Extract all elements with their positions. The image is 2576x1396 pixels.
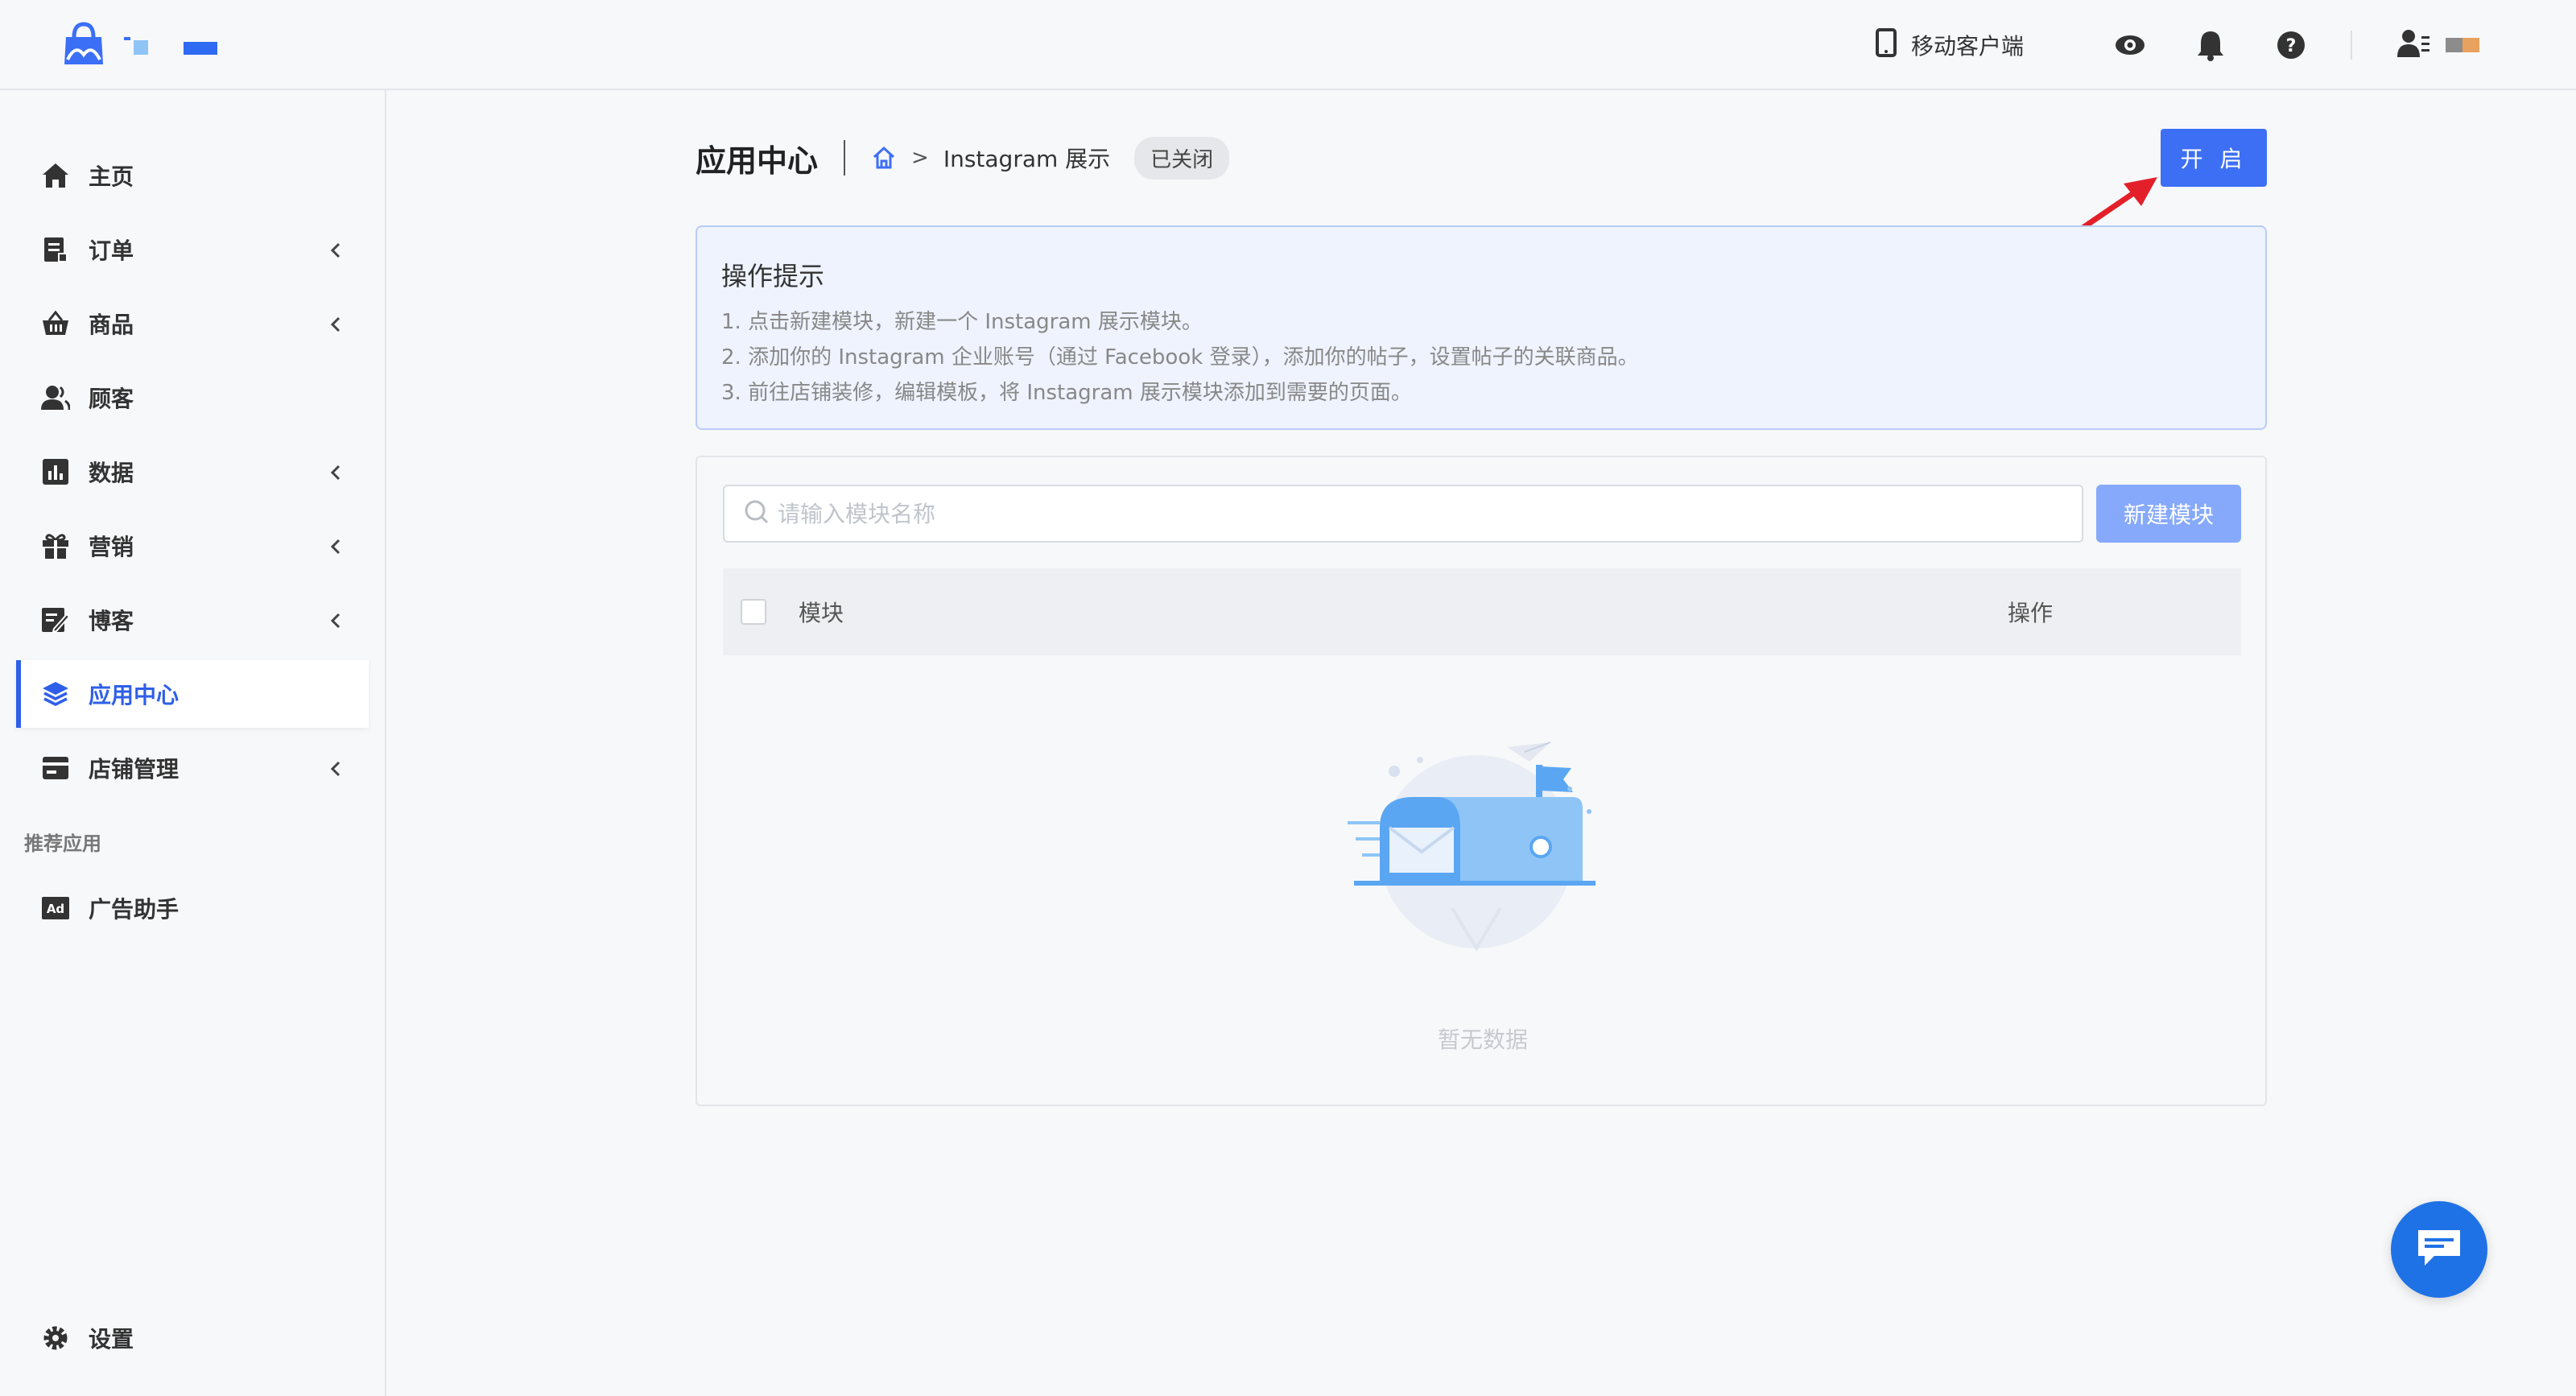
select-all-checkbox[interactable] xyxy=(741,599,766,625)
recommended-apps-label: 推荐应用 xyxy=(24,832,101,855)
column-header-actions: 操作 xyxy=(2008,600,2054,626)
table-header: 模块 操作 xyxy=(723,568,2241,655)
sidebar-item-products[interactable]: 商品 xyxy=(16,290,369,357)
title-divider xyxy=(844,140,846,176)
basket-icon xyxy=(40,308,71,339)
chart-icon xyxy=(40,456,71,487)
blog-edit-icon xyxy=(40,605,71,635)
chevron-left-icon xyxy=(330,238,341,265)
chat-button[interactable] xyxy=(2391,1201,2487,1298)
breadcrumb-current: Instagram 展示 xyxy=(943,146,1111,172)
top-header: 移动客户端 ? xyxy=(0,0,2576,90)
sidebar-item-ad-assistant[interactable]: Ad 广告助手 xyxy=(16,874,369,942)
sidebar-item-app-center[interactable]: 应用中心 xyxy=(16,660,369,728)
page-title: 应用中心 xyxy=(696,142,819,179)
home-icon xyxy=(40,160,71,191)
breadcrumb-separator: > xyxy=(911,146,929,170)
sidebar-item-label: 营销 xyxy=(89,534,134,560)
tips-line: 3. 前往店铺装修，编辑模板，将 Instagram 展示模块添加到需要的页面。 xyxy=(721,381,1412,405)
sidebar-item-blog[interactable]: 博客 xyxy=(16,586,369,654)
sidebar-item-home[interactable]: 主页 xyxy=(16,142,369,209)
module-panel: 新建模块 模块 操作 暂无数据 xyxy=(696,456,2267,1106)
sidebar-item-label: 设置 xyxy=(89,1326,134,1353)
sidebar-item-data[interactable]: 数据 xyxy=(16,438,369,506)
svg-text:?: ? xyxy=(2286,36,2297,56)
logo-mark-icon xyxy=(121,35,150,56)
tips-line: 2. 添加你的 Instagram 企业账号（通过 Facebook 登录），添… xyxy=(721,345,1639,370)
empty-mailbox-icon xyxy=(1348,741,1596,952)
ad-icon: Ad xyxy=(40,893,71,923)
breadcrumb-home-icon[interactable] xyxy=(871,146,897,170)
chevron-left-icon xyxy=(330,535,341,561)
phone-icon xyxy=(1875,27,1897,63)
logo-icon[interactable] xyxy=(61,19,106,71)
store-avatar xyxy=(2446,38,2479,52)
tips-title: 操作提示 xyxy=(721,261,825,291)
chevron-left-icon xyxy=(330,312,341,339)
sidebar-item-label: 商品 xyxy=(89,312,134,338)
order-icon xyxy=(40,234,71,265)
sidebar-item-label: 广告助手 xyxy=(89,896,180,923)
empty-state-text: 暂无数据 xyxy=(1437,1026,1528,1053)
chevron-left-icon xyxy=(330,609,341,635)
eye-icon[interactable] xyxy=(2112,27,2148,63)
layers-icon xyxy=(40,679,71,709)
search-icon xyxy=(744,499,770,528)
sidebar-item-label: 店铺管理 xyxy=(89,756,180,783)
enable-button[interactable]: 开 启 xyxy=(2161,129,2267,187)
sidebar-item-marketing[interactable]: 营销 xyxy=(16,512,369,580)
user-menu-icon xyxy=(2397,28,2431,62)
sidebar-item-store-management[interactable]: 店铺管理 xyxy=(16,734,369,802)
sidebar-item-orders[interactable]: 订单 xyxy=(16,216,369,283)
mobile-client-label: 移动客户端 xyxy=(1910,33,2024,60)
sidebar-item-label: 博客 xyxy=(89,608,134,634)
search-box[interactable] xyxy=(723,485,2083,543)
chevron-left-icon xyxy=(330,757,341,783)
user-menu[interactable] xyxy=(2397,28,2479,62)
sidebar: 主页 订单 商品 顾客 数据 营销 博客 应用中心 店铺管理 推荐应用 Ad 广… xyxy=(0,90,386,1396)
sidebar-item-label: 订单 xyxy=(89,237,134,264)
sidebar-item-customers[interactable]: 顾客 xyxy=(16,364,369,432)
gear-icon xyxy=(40,1323,71,1353)
sidebar-item-label: 主页 xyxy=(89,163,134,190)
chat-icon xyxy=(2415,1227,2463,1272)
sidebar-item-label: 数据 xyxy=(89,460,134,486)
chevron-left-icon xyxy=(330,461,341,487)
svg-text:Ad: Ad xyxy=(47,902,64,916)
tips-line: 1. 点击新建模块，新建一个 Instagram 展示模块。 xyxy=(721,310,1203,334)
tips-panel: 操作提示 1. 点击新建模块，新建一个 Instagram 展示模块。 2. 添… xyxy=(696,225,2267,430)
gift-icon xyxy=(40,531,71,561)
store-icon xyxy=(40,753,71,783)
search-input[interactable] xyxy=(778,500,2066,527)
help-icon[interactable]: ? xyxy=(2273,27,2309,63)
sidebar-item-label: 顾客 xyxy=(89,386,134,412)
sidebar-item-settings[interactable]: 设置 xyxy=(16,1304,369,1372)
header-divider xyxy=(2351,31,2352,60)
mobile-client-link[interactable]: 移动客户端 xyxy=(1875,27,2024,63)
column-header-module: 模块 xyxy=(799,600,844,626)
customers-icon xyxy=(40,382,71,413)
status-badge: 已关闭 xyxy=(1134,136,1230,180)
sidebar-item-label: 应用中心 xyxy=(89,682,180,708)
logo-bar xyxy=(184,42,217,55)
bell-icon[interactable] xyxy=(2193,27,2228,63)
new-module-button[interactable]: 新建模块 xyxy=(2096,485,2241,543)
